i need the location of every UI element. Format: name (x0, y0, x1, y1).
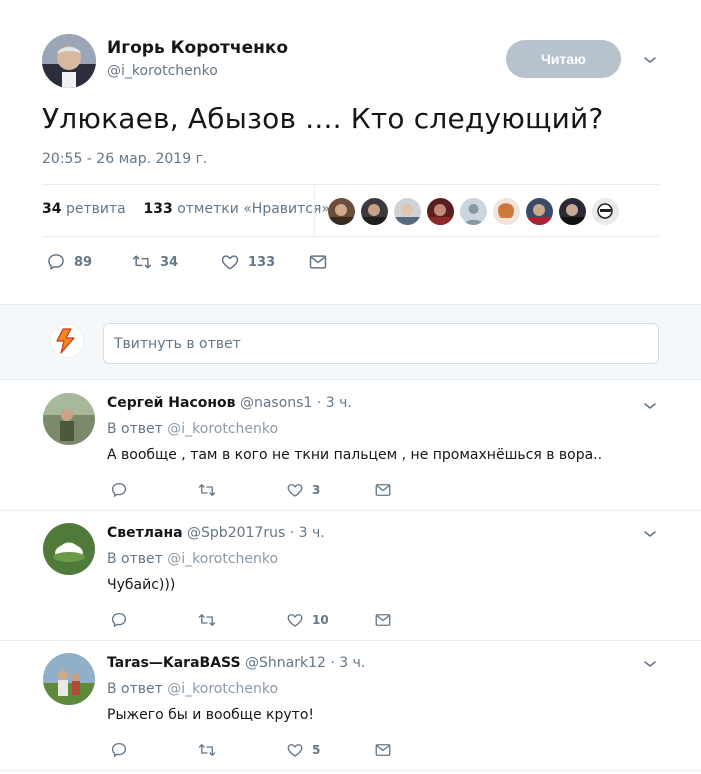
dm-action[interactable] (308, 252, 328, 272)
retweet-action[interactable]: 34 (132, 252, 178, 272)
reply-icon (46, 252, 66, 272)
liker-avatar[interactable] (493, 198, 520, 225)
reply-header: Светлана @Spb2017rus · 3 ч. (107, 525, 325, 541)
like-action[interactable]: 133 (220, 252, 275, 272)
divider (42, 184, 659, 185)
retweet-icon (198, 611, 216, 629)
liker-avatar[interactable] (559, 198, 586, 225)
reply-icon (110, 611, 128, 629)
reply-action[interactable]: 89 (46, 252, 92, 272)
author-name[interactable]: Игорь Коротченко (107, 38, 288, 58)
dm-icon (308, 252, 328, 272)
reply-avatar[interactable] (43, 653, 95, 705)
main-tweet: Игорь Коротченко @i_korotchenko Читаю Ул… (0, 0, 701, 303)
reply-icon (110, 481, 128, 499)
likers-avatars (328, 198, 619, 225)
like-icon (286, 741, 304, 759)
reply-avatar[interactable] (43, 393, 95, 445)
reply-composer: Твитнуть в ответ (0, 304, 701, 380)
liker-avatar[interactable] (460, 198, 487, 225)
reply-action[interactable] (110, 611, 128, 629)
like-action[interactable]: 3 (286, 481, 320, 499)
chevron-down-icon[interactable] (642, 526, 658, 542)
reply-tweet[interactable]: Сергей Насонов @nasons1 · 3 ч. В ответ @… (0, 381, 701, 511)
retweet-stat[interactable]: 34 ретвита (42, 201, 126, 217)
liker-avatar[interactable] (361, 198, 388, 225)
reply-tweet[interactable]: Светлана @Spb2017rus · 3 ч. В ответ @i_k… (0, 511, 701, 641)
like-action[interactable]: 5 (286, 741, 320, 759)
in-reply-to: В ответ @i_korotchenko (107, 551, 279, 567)
dm-icon (374, 611, 392, 629)
retweet-icon (132, 252, 152, 272)
reply-text: Рыжего бы и вообще круто! (107, 707, 315, 723)
likes-stat[interactable]: 133 отметки «Нравится» (144, 201, 331, 217)
reply-avatar[interactable] (43, 523, 95, 575)
retweet-action[interactable] (198, 481, 216, 499)
chevron-down-icon[interactable] (642, 52, 658, 68)
dm-action[interactable] (374, 481, 392, 499)
dm-action[interactable] (374, 611, 392, 629)
reply-tweet[interactable]: Taras—KaraBASS @Shnark12 · 3 ч. В ответ … (0, 641, 701, 771)
dm-action[interactable] (374, 741, 392, 759)
author-avatar[interactable] (42, 34, 96, 88)
tweet-text: Улюкаев, Абызов .... Кто следующий? (42, 102, 604, 135)
reply-header: Taras—KaraBASS @Shnark12 · 3 ч. (107, 655, 366, 671)
like-icon (286, 481, 304, 499)
chevron-down-icon[interactable] (642, 398, 658, 414)
retweet-action[interactable] (198, 611, 216, 629)
stat-divider (314, 185, 315, 236)
retweet-icon (198, 741, 216, 759)
like-icon (220, 252, 240, 272)
liker-avatar[interactable] (592, 198, 619, 225)
retweet-icon (198, 481, 216, 499)
chevron-down-icon[interactable] (642, 656, 658, 672)
reply-text: А вообще , там в кого не ткни пальцем , … (107, 447, 603, 463)
liker-avatar[interactable] (427, 198, 454, 225)
in-reply-to: В ответ @i_korotchenko (107, 421, 279, 437)
liker-avatar[interactable] (328, 198, 355, 225)
reply-header: Сергей Насонов @nasons1 · 3 ч. (107, 395, 352, 411)
dm-icon (374, 741, 392, 759)
author-handle[interactable]: @i_korotchenko (107, 63, 218, 79)
tweet-timestamp[interactable]: 20:55 - 26 мар. 2019 г. (42, 151, 207, 167)
liker-avatar[interactable] (394, 198, 421, 225)
own-avatar[interactable] (49, 323, 85, 359)
retweet-action[interactable] (198, 741, 216, 759)
like-action[interactable]: 10 (286, 611, 329, 629)
reply-text: Чубайс))) (107, 577, 176, 593)
reply-icon (110, 741, 128, 759)
like-icon (286, 611, 304, 629)
follow-button[interactable]: Читаю (506, 40, 621, 78)
liker-avatar[interactable] (526, 198, 553, 225)
dm-icon (374, 481, 392, 499)
reply-input[interactable]: Твитнуть в ответ (103, 323, 659, 364)
reply-action[interactable] (110, 481, 128, 499)
tweet-stats: 34 ретвита 133 отметки «Нравится» (42, 201, 330, 217)
reply-action[interactable] (110, 741, 128, 759)
divider (42, 236, 659, 237)
in-reply-to: В ответ @i_korotchenko (107, 681, 279, 697)
